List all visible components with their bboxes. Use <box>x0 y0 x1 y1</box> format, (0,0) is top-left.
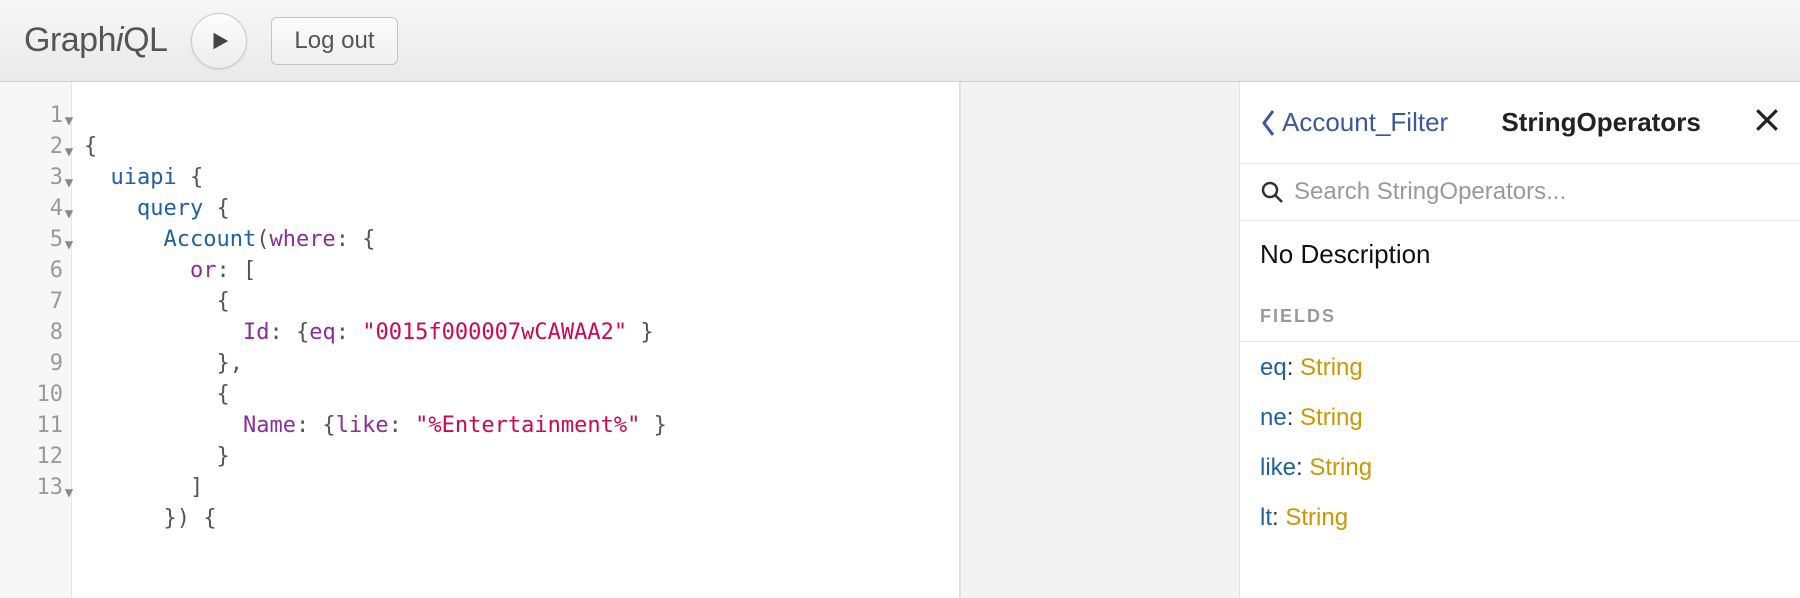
field-type: String <box>1309 454 1372 481</box>
code-token: : { <box>336 227 376 252</box>
docs-fields-list: eq: Stringne: Stringlike: Stringlt: Stri… <box>1240 342 1800 544</box>
field-type: String <box>1300 354 1363 381</box>
docs-back-label: Account_Filter <box>1282 107 1448 138</box>
code-token: or <box>190 258 217 283</box>
code-token: eq <box>309 320 336 345</box>
code-token: Id <box>243 320 270 345</box>
docs-title: StringOperators <box>1456 107 1746 138</box>
query-editor[interactable]: 1▼2▼3▼4▼5▼678910111213▼ { uiapi { query … <box>0 82 960 598</box>
code-token: query <box>137 196 203 221</box>
field-type: String <box>1285 504 1348 531</box>
field-colon: : <box>1272 504 1285 531</box>
gutter-line: 2▼ <box>0 131 71 162</box>
code-token: "%Entertainment%" <box>415 413 640 438</box>
gutter-line: 9 <box>0 348 71 379</box>
docs-back-button[interactable]: Account_Filter <box>1260 107 1448 138</box>
field-name: like <box>1260 454 1296 481</box>
chevron-left-icon <box>1260 109 1278 137</box>
code-token: } <box>216 444 229 469</box>
field-colon: : <box>1287 354 1300 381</box>
code-token: : <box>389 413 416 438</box>
main-area: 1▼2▼3▼4▼5▼678910111213▼ { uiapi { query … <box>0 82 1800 598</box>
code-token: { <box>84 134 97 159</box>
code-token: : <box>336 320 363 345</box>
logo-text-pre: Graph <box>24 21 116 59</box>
gutter-line: 8 <box>0 317 71 348</box>
field-colon: : <box>1287 404 1300 431</box>
code-token: : { <box>269 320 309 345</box>
docs-field-row[interactable]: lt: String <box>1260 504 1780 532</box>
docs-search <box>1240 164 1800 221</box>
close-icon <box>1754 107 1780 133</box>
code-token: }) { <box>163 506 216 531</box>
gutter-line: 11 <box>0 410 71 441</box>
gutter-line: 4▼ <box>0 193 71 224</box>
code-token: ( <box>256 227 269 252</box>
gutter-line: 1▼ <box>0 100 71 131</box>
code-token: like <box>336 413 389 438</box>
field-name: ne <box>1260 404 1287 431</box>
code-token: uiapi <box>111 165 177 190</box>
docs-panel: Account_Filter StringOperators No Descri… <box>1240 82 1800 598</box>
code-token: where <box>269 227 335 252</box>
code-token: : [ <box>216 258 256 283</box>
code-token: }, <box>216 351 243 376</box>
docs-section-title: FIELDS <box>1240 296 1800 342</box>
docs-search-input[interactable] <box>1294 178 1780 206</box>
code-token: { <box>216 382 229 407</box>
gutter-line: 12 <box>0 441 71 472</box>
code-token: Account <box>163 227 256 252</box>
topbar: GraphiQL Log out <box>0 0 1800 82</box>
gutter-line: 3▼ <box>0 162 71 193</box>
code-token: { <box>203 196 230 221</box>
search-icon <box>1260 180 1284 204</box>
line-gutter: 1▼2▼3▼4▼5▼678910111213▼ <box>0 82 72 598</box>
logo-text-i: i <box>116 21 123 59</box>
result-pane <box>960 82 1240 598</box>
docs-field-row[interactable]: eq: String <box>1260 354 1780 382</box>
play-icon <box>208 30 230 52</box>
gutter-line: 13▼ <box>0 472 71 503</box>
code-token: ] <box>190 475 203 500</box>
execute-button[interactable] <box>191 13 247 69</box>
code-area[interactable]: { uiapi { query { Account(where: { or: [… <box>72 82 959 598</box>
docs-field-row[interactable]: ne: String <box>1260 404 1780 432</box>
docs-header: Account_Filter StringOperators <box>1240 82 1800 164</box>
docs-close-button[interactable] <box>1754 107 1780 138</box>
code-token: : { <box>296 413 336 438</box>
gutter-line: 6 <box>0 255 71 286</box>
field-name: eq <box>1260 354 1287 381</box>
field-name: lt <box>1260 504 1272 531</box>
code-token: { <box>216 289 229 314</box>
fold-triangle-icon[interactable]: ▼ <box>63 478 75 509</box>
code-token: Name <box>243 413 296 438</box>
graphiql-logo: GraphiQL <box>24 21 167 60</box>
code-token: "0015f000007wCAWAA2" <box>362 320 627 345</box>
docs-field-row[interactable]: like: String <box>1260 454 1780 482</box>
app-root: GraphiQL Log out 1▼2▼3▼4▼5▼678910111213▼… <box>0 0 1800 598</box>
gutter-line: 5▼ <box>0 224 71 255</box>
field-colon: : <box>1296 454 1309 481</box>
logout-button[interactable]: Log out <box>271 17 397 65</box>
field-type: String <box>1300 404 1363 431</box>
code-token: } <box>640 413 667 438</box>
code-token: } <box>627 320 654 345</box>
gutter-line: 7 <box>0 286 71 317</box>
code-token: { <box>177 165 204 190</box>
docs-description: No Description <box>1240 221 1800 296</box>
gutter-line: 10 <box>0 379 71 410</box>
logo-text-post: QL <box>123 21 167 59</box>
